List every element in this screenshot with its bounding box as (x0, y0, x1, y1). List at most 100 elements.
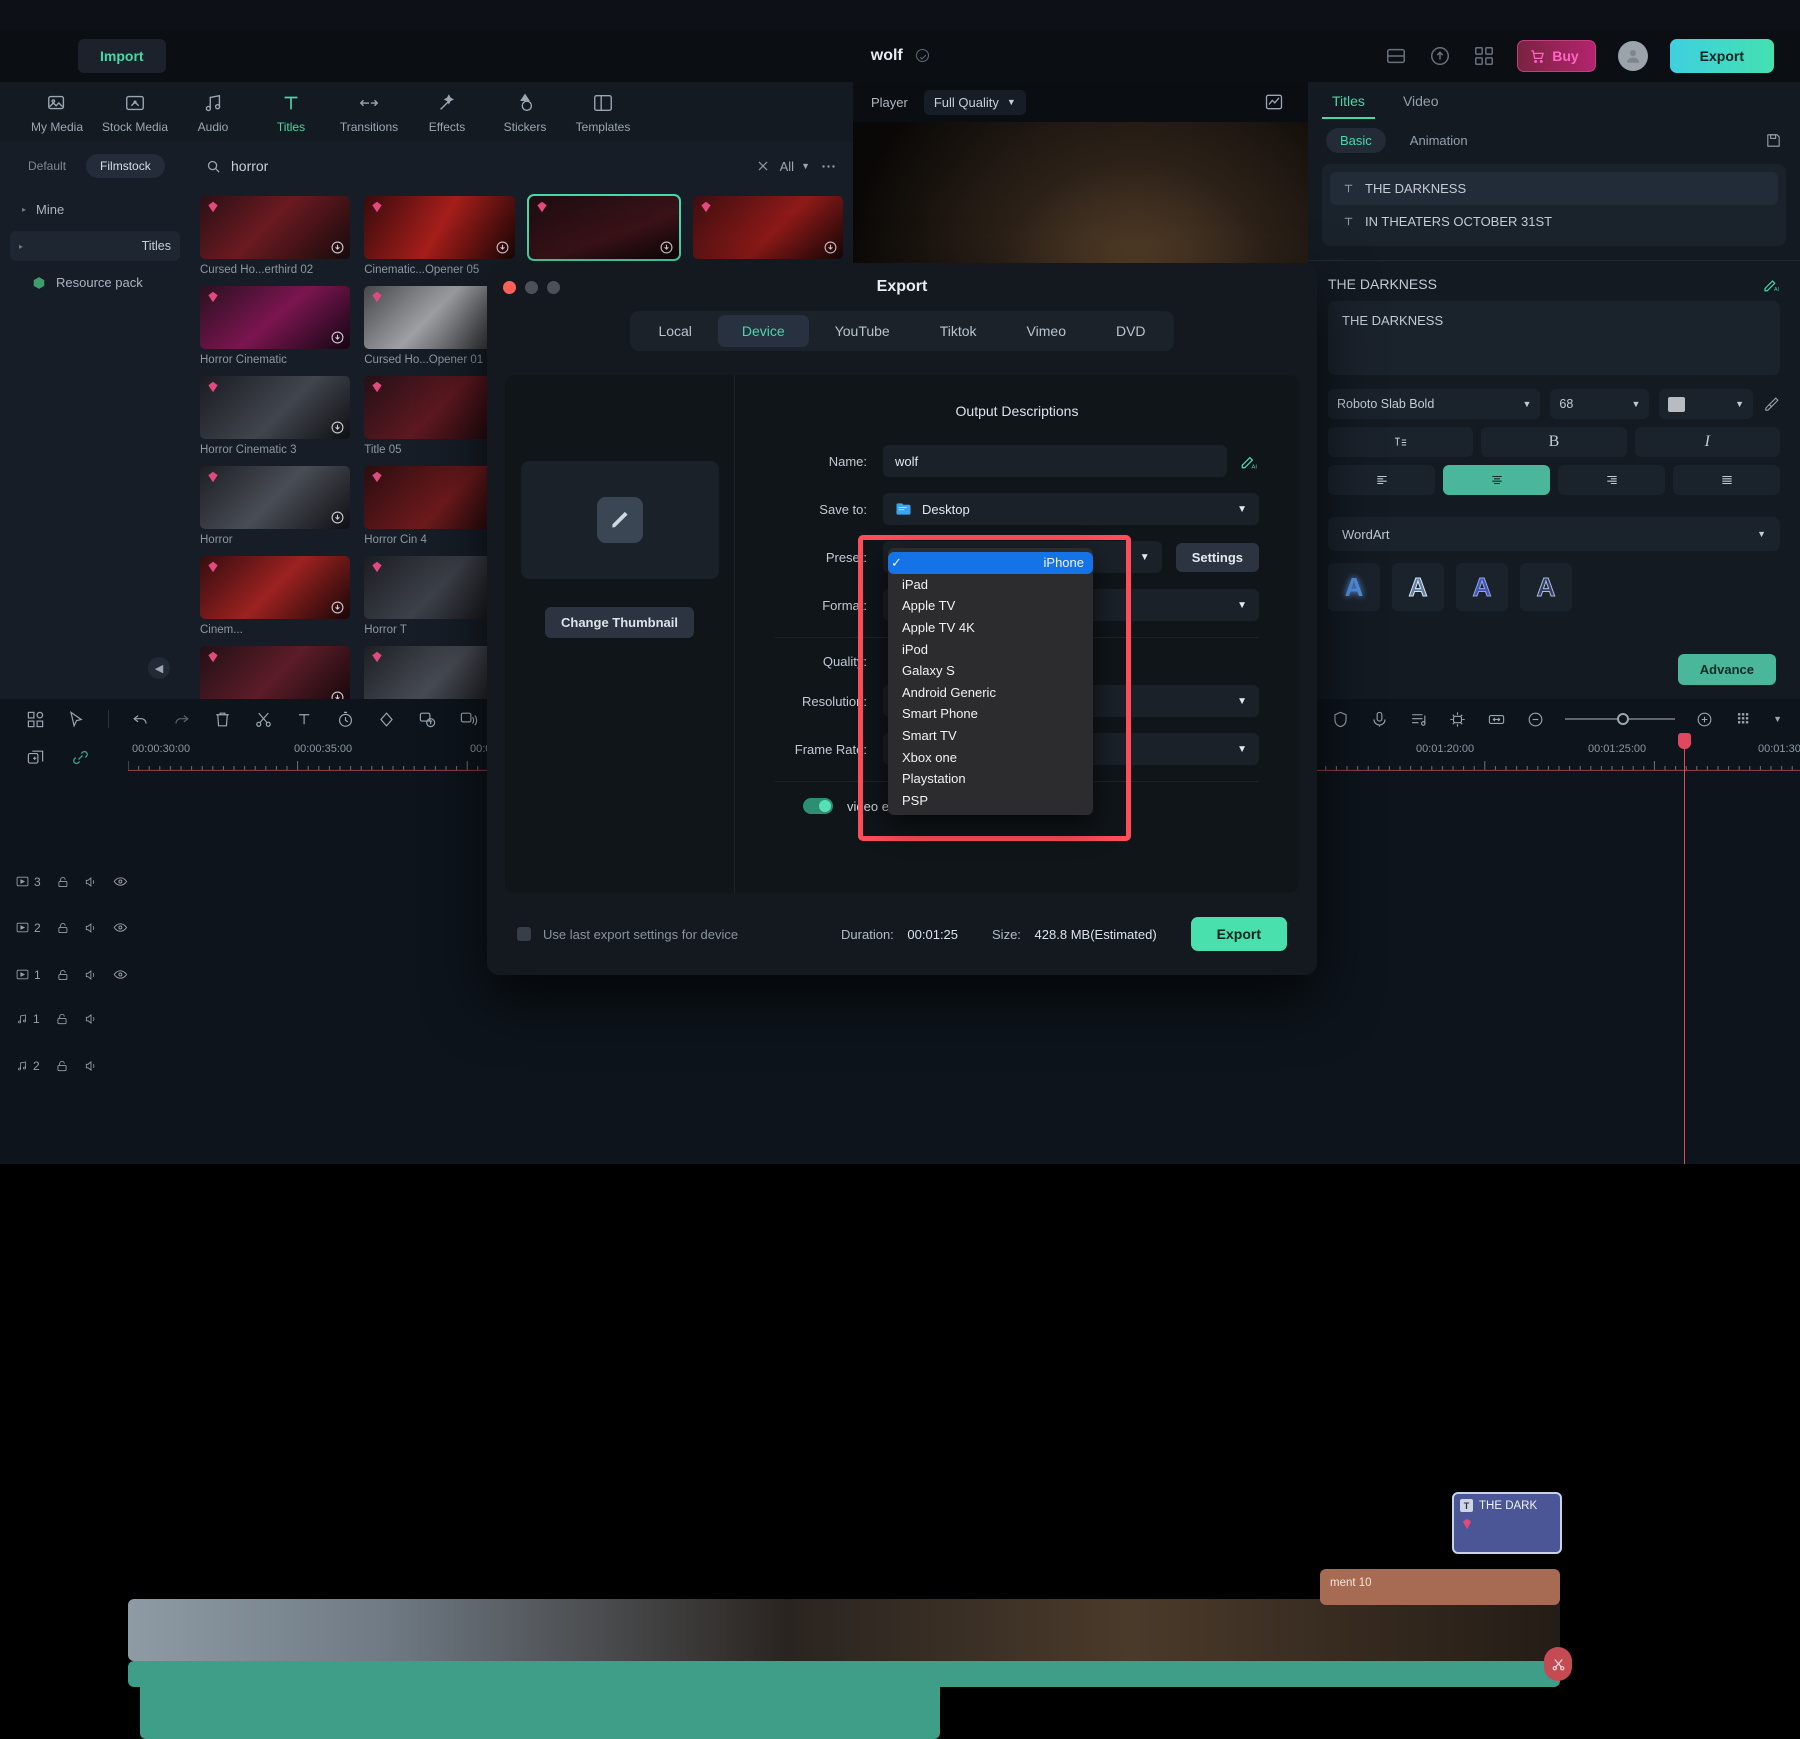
use-last-settings-checkbox[interactable] (517, 927, 531, 941)
media-grid-item[interactable]: Cinem... (200, 556, 350, 636)
tab-templates[interactable]: Templates (564, 91, 642, 134)
dropdown-option[interactable]: Galaxy S (888, 660, 1093, 682)
align-right-button[interactable] (1558, 465, 1665, 495)
wordart-sample[interactable]: A (1392, 563, 1444, 611)
mute-icon[interactable] (84, 1012, 98, 1026)
lock-icon[interactable] (56, 968, 70, 982)
align-justify-button[interactable] (1673, 465, 1780, 495)
lock-icon[interactable] (56, 921, 70, 935)
title-text-input[interactable]: THE DARKNESS (1328, 301, 1780, 375)
eye-icon[interactable] (113, 874, 128, 889)
mute-icon[interactable] (84, 968, 98, 982)
font-family-select[interactable]: Roboto Slab Bold ▼ (1328, 389, 1540, 419)
lock-icon[interactable] (55, 1059, 69, 1073)
lock-icon[interactable] (56, 875, 70, 889)
tab-dvd[interactable]: DVD (1092, 315, 1170, 347)
dropdown-option[interactable]: Playstation (888, 768, 1093, 790)
eyedropper-icon[interactable] (1763, 396, 1780, 413)
mute-icon[interactable] (84, 1059, 98, 1073)
pill-default[interactable]: Default (14, 154, 80, 178)
tab-titles[interactable]: Titles (252, 91, 330, 134)
tab-vimeo[interactable]: Vimeo (1003, 315, 1090, 347)
download-icon[interactable] (331, 241, 344, 254)
download-icon[interactable] (496, 241, 509, 254)
title-layer-row[interactable]: IN THEATERS OCTOBER 31ST (1330, 205, 1778, 238)
wordart-sample[interactable]: A (1328, 563, 1380, 611)
tab-stock-media[interactable]: Stock Media (96, 91, 174, 134)
subtab-animation[interactable]: Animation (1396, 128, 1482, 153)
split-scissors-icon[interactable] (254, 710, 273, 729)
redo-icon[interactable] (172, 710, 191, 729)
tab-video-right[interactable]: Video (1403, 93, 1439, 109)
import-button[interactable]: Import (78, 39, 166, 73)
eye-icon[interactable] (113, 920, 128, 935)
export-confirm-button[interactable]: Export (1191, 917, 1287, 951)
export-button-top[interactable]: Export (1670, 39, 1774, 73)
playhead[interactable] (1684, 745, 1685, 1164)
undo-icon[interactable] (131, 710, 150, 729)
save-disk-icon[interactable] (1765, 132, 1782, 149)
effect-clip[interactable]: ment 10 (1320, 1569, 1560, 1605)
wordart-sample[interactable]: A (1520, 563, 1572, 611)
maximize-window-button[interactable] (547, 281, 560, 294)
title-clip[interactable]: T THE DARK (1452, 1492, 1562, 1554)
filter-dropdown[interactable]: All ▼ (780, 159, 810, 174)
mute-icon[interactable] (84, 921, 98, 935)
close-icon[interactable] (756, 159, 770, 173)
tab-local[interactable]: Local (634, 315, 715, 347)
cloud-upload-icon[interactable] (1429, 45, 1451, 67)
font-color-select[interactable]: ▼ (1659, 389, 1753, 419)
tab-effects[interactable]: Effects (408, 91, 486, 134)
lock-icon[interactable] (55, 1012, 69, 1026)
align-left-button[interactable] (1328, 465, 1435, 495)
sidebar-item-mine[interactable]: ▸ Mine (10, 193, 180, 226)
media-grid-item[interactable]: Horror (200, 646, 350, 699)
name-input[interactable]: wolf (883, 445, 1227, 477)
mute-icon[interactable] (84, 875, 98, 889)
grid-apps-icon[interactable] (26, 710, 45, 729)
buy-button[interactable]: Buy (1517, 40, 1595, 72)
dropdown-option[interactable]: Android Generic (888, 682, 1093, 704)
grid-apps-icon[interactable] (1473, 45, 1495, 67)
player-quality-select[interactable]: Full Quality ▼ (924, 90, 1026, 115)
chevron-down-icon[interactable]: ▼ (1773, 714, 1782, 724)
add-text-icon[interactable] (295, 710, 314, 729)
dropdown-option[interactable]: Smart Phone (888, 703, 1093, 725)
stabilize-shield-icon[interactable] (1331, 710, 1350, 729)
media-grid-item[interactable]: Horror Cinematic 3 (200, 376, 350, 456)
download-icon[interactable] (331, 691, 344, 699)
advance-button[interactable]: Advance (1678, 654, 1776, 685)
dropdown-option[interactable]: Xbox one (888, 746, 1093, 768)
subtab-basic[interactable]: Basic (1326, 128, 1386, 153)
dropdown-option[interactable]: Apple TV 4K (888, 617, 1093, 639)
format-dropdown-menu[interactable]: ✓iPhoneiPadApple TVApple TV 4KiPodGalaxy… (888, 548, 1093, 815)
media-grid-item[interactable]: Cursed Ho...erthird 02 (200, 196, 350, 276)
pill-filmstock[interactable]: Filmstock (86, 154, 165, 178)
audio-mixer-icon[interactable] (1409, 710, 1428, 729)
color-match-icon[interactable] (377, 710, 396, 729)
settings-button[interactable]: Settings (1176, 543, 1259, 572)
eye-icon[interactable] (113, 967, 128, 982)
dropdown-option[interactable]: ✓iPhone (888, 552, 1093, 574)
tab-tiktok[interactable]: Tiktok (916, 315, 1001, 347)
bold-button[interactable]: B (1481, 427, 1626, 457)
ai-pen-icon[interactable]: AI (1239, 451, 1259, 471)
avatar[interactable] (1618, 41, 1648, 71)
dropdown-option[interactable]: Apple TV (888, 595, 1093, 617)
playhead-handle[interactable] (1678, 733, 1691, 749)
dropdown-option[interactable]: Smart TV (888, 725, 1093, 747)
dropdown-option[interactable]: iPod (888, 638, 1093, 660)
sidebar-item-resource-pack[interactable]: Resource pack (10, 266, 180, 299)
split-marker[interactable] (1544, 1647, 1572, 1681)
wordart-sample[interactable]: A (1456, 563, 1508, 611)
download-icon[interactable] (331, 421, 344, 434)
speed-clock-icon[interactable] (336, 710, 355, 729)
dropdown-option[interactable]: PSP (888, 790, 1093, 812)
change-thumbnail-button[interactable]: Change Thumbnail (545, 607, 694, 638)
audio-clip[interactable] (140, 1679, 940, 1739)
sidebar-item-titles[interactable]: ▸ Titles (10, 231, 180, 261)
video-clip[interactable] (128, 1599, 1560, 1661)
add-track-icon[interactable] (26, 748, 45, 767)
minimize-window-button[interactable] (525, 281, 538, 294)
waveform-icon[interactable] (1264, 92, 1284, 112)
